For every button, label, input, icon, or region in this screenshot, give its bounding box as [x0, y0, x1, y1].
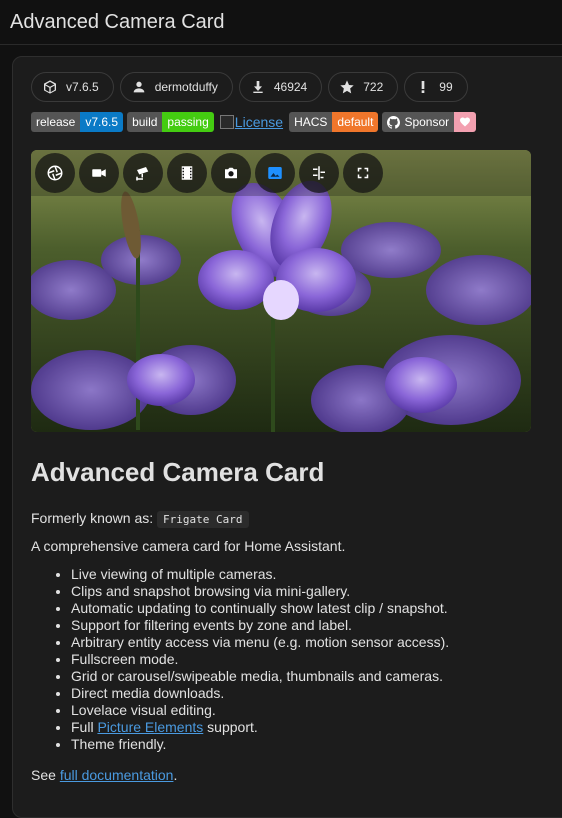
- hacs-badge[interactable]: HACS default: [289, 112, 379, 132]
- timeline-icon: [313, 166, 325, 180]
- aperture-button[interactable]: [35, 153, 75, 193]
- list-item: Fullscreen mode.: [71, 651, 531, 668]
- list-item: Direct media downloads.: [71, 685, 531, 702]
- cube-icon: [44, 80, 56, 94]
- image-button[interactable]: [255, 153, 295, 193]
- badge-row: release v7.6.5 build passing License HAC…: [31, 112, 477, 132]
- list-item: Lovelace visual editing.: [71, 702, 531, 719]
- list-item: Live viewing of multiple cameras.: [71, 566, 531, 583]
- cctv-icon: [136, 167, 149, 181]
- list-item: Theme friendly.: [71, 736, 531, 753]
- clips-button[interactable]: [167, 153, 207, 193]
- list-item: Grid or carousel/swipeable media, thumbn…: [71, 668, 531, 685]
- snapshots-button[interactable]: [211, 153, 251, 193]
- build-badge[interactable]: build passing: [127, 112, 214, 132]
- issues-chip[interactable]: 99: [404, 72, 468, 102]
- list-item: Clips and snapshot browsing via mini-gal…: [71, 583, 531, 600]
- page-title: Advanced Camera Card: [10, 10, 225, 33]
- full-documentation-link[interactable]: full documentation: [60, 767, 174, 783]
- see-docs-text: See full documentation.: [31, 767, 178, 783]
- info-chips: v7.6.5 dermotduffy 46924 722 99: [31, 72, 468, 102]
- readme-card: v7.6.5 dermotduffy 46924 722 99 release …: [12, 56, 562, 818]
- chip-label: v7.6.5: [66, 80, 99, 94]
- picture-elements-link[interactable]: Picture Elements: [97, 719, 203, 735]
- readme-heading: Advanced Camera Card: [31, 457, 325, 487]
- list-item: Support for filtering events by zone and…: [71, 617, 531, 634]
- film-icon: [181, 166, 193, 180]
- image-icon: [268, 167, 282, 179]
- live-button[interactable]: [79, 153, 119, 193]
- release-badge[interactable]: release v7.6.5: [31, 112, 124, 132]
- github-icon: [387, 115, 401, 129]
- author-chip[interactable]: dermotduffy: [119, 72, 233, 102]
- formerly-known-text: Formerly known as: Frigate Card: [31, 510, 531, 528]
- timeline-button[interactable]: [299, 153, 339, 193]
- fullscreen-icon: [357, 167, 369, 179]
- chip-label: 46924: [273, 80, 308, 94]
- star-icon: [340, 80, 354, 94]
- camera-icon: [225, 167, 237, 179]
- aperture-icon: [47, 165, 63, 181]
- chip-label: 722: [363, 80, 384, 94]
- user-icon: [133, 81, 145, 93]
- stars-chip[interactable]: 722: [328, 72, 399, 102]
- page-header: Advanced Camera Card: [0, 0, 562, 45]
- list-item: Full Picture Elements support.: [71, 719, 531, 736]
- downloads-chip[interactable]: 46924: [238, 72, 323, 102]
- fullscreen-button[interactable]: [343, 153, 383, 193]
- license-badge-link[interactable]: License: [219, 114, 283, 130]
- description-text: A comprehensive camera card for Home Ass…: [31, 538, 346, 554]
- camera-toolbar: [31, 150, 531, 196]
- formerly-code: Frigate Card: [157, 511, 249, 528]
- list-item: Arbitrary entity access via menu (e.g. m…: [71, 634, 531, 651]
- exclamation-icon: [421, 81, 425, 93]
- feature-list: Live viewing of multiple cameras. Clips …: [31, 566, 531, 753]
- heart-icon: [460, 117, 471, 127]
- broken-image-icon: [219, 115, 234, 129]
- camera-preview[interactable]: [31, 150, 531, 432]
- readme-content: Advanced Camera Card Formerly known as: …: [31, 457, 531, 795]
- list-item: Automatic updating to continually show l…: [71, 600, 531, 617]
- video-camera-icon: [92, 169, 106, 177]
- chip-label: dermotduffy: [154, 80, 218, 94]
- download-icon: [253, 81, 263, 93]
- version-chip[interactable]: v7.6.5: [31, 72, 114, 102]
- chip-label: 99: [439, 80, 453, 94]
- cameras-button[interactable]: [123, 153, 163, 193]
- sponsor-badge[interactable]: Sponsor: [382, 112, 477, 132]
